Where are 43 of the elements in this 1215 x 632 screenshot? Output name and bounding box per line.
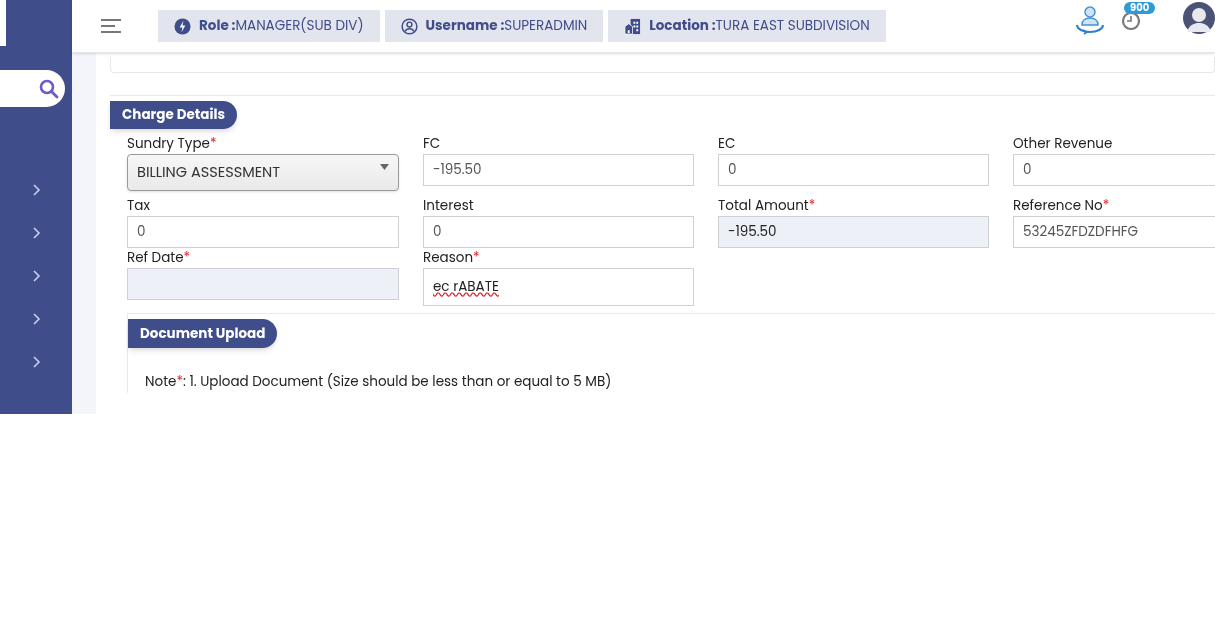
- input-field[interactable]: 0: [423, 216, 694, 248]
- field-label: FC: [423, 134, 442, 154]
- chevron-icon[interactable]: [31, 270, 41, 282]
- search-icon: [39, 78, 59, 99]
- field-value: ec rABATE: [433, 276, 499, 298]
- input-field[interactable]: [127, 268, 399, 300]
- chip-text: Username :SUPERADMIN: [425, 15, 588, 37]
- section-title: Charge Details: [110, 101, 237, 129]
- input-field[interactable]: ec rABATE: [423, 268, 694, 306]
- input-field[interactable]: 0: [1013, 154, 1215, 186]
- input-field[interactable]: 0: [718, 154, 989, 186]
- field-label: Ref Date*: [127, 248, 192, 268]
- user-icon: [400, 17, 418, 35]
- input-field[interactable]: -195.50: [423, 154, 694, 186]
- search-field[interactable]: [0, 70, 65, 107]
- dropdown[interactable]: BILLING ASSESSMENT: [127, 154, 399, 191]
- caret-icon: [380, 164, 389, 170]
- clock-icon[interactable]: [1121, 11, 1141, 31]
- input-field[interactable]: -195.50: [718, 216, 989, 248]
- user-sync-icon[interactable]: [1074, 3, 1106, 35]
- input-field[interactable]: 53245ZFDZDFHFG: [1013, 216, 1215, 248]
- menu-icon[interactable]: [100, 18, 122, 34]
- chevron-icon[interactable]: [31, 184, 41, 196]
- field-label: Total Amount*: [718, 196, 817, 216]
- chevron-icon[interactable]: [31, 313, 41, 325]
- field-label: Reason*: [423, 248, 481, 268]
- field-label: Interest: [423, 196, 475, 216]
- field-label: Other Revenue: [1013, 134, 1114, 154]
- input-field[interactable]: 0: [127, 216, 399, 248]
- chip-text: Role :MANAGER(SUB DIV): [199, 15, 364, 37]
- avatar-icon[interactable]: [1183, 2, 1215, 34]
- notification-badge: 900: [1124, 2, 1156, 14]
- field-label: Sundry Type*: [127, 134, 218, 154]
- field-label: EC: [718, 134, 737, 154]
- upload-note: Note*: 1. Upload Document (Size should be less than or equal to 5 MB): [145, 372, 613, 393]
- bolt-icon: [174, 17, 191, 35]
- section-title: Document Upload: [128, 319, 278, 348]
- field-label: Reference No*: [1013, 196, 1111, 216]
- field-label: Tax: [127, 196, 151, 216]
- chevron-icon[interactable]: [31, 227, 41, 239]
- chip-text: Location :TURA EAST SUBDIVISION: [649, 15, 870, 37]
- building-icon: [624, 17, 642, 35]
- chevron-icon[interactable]: [31, 356, 41, 368]
